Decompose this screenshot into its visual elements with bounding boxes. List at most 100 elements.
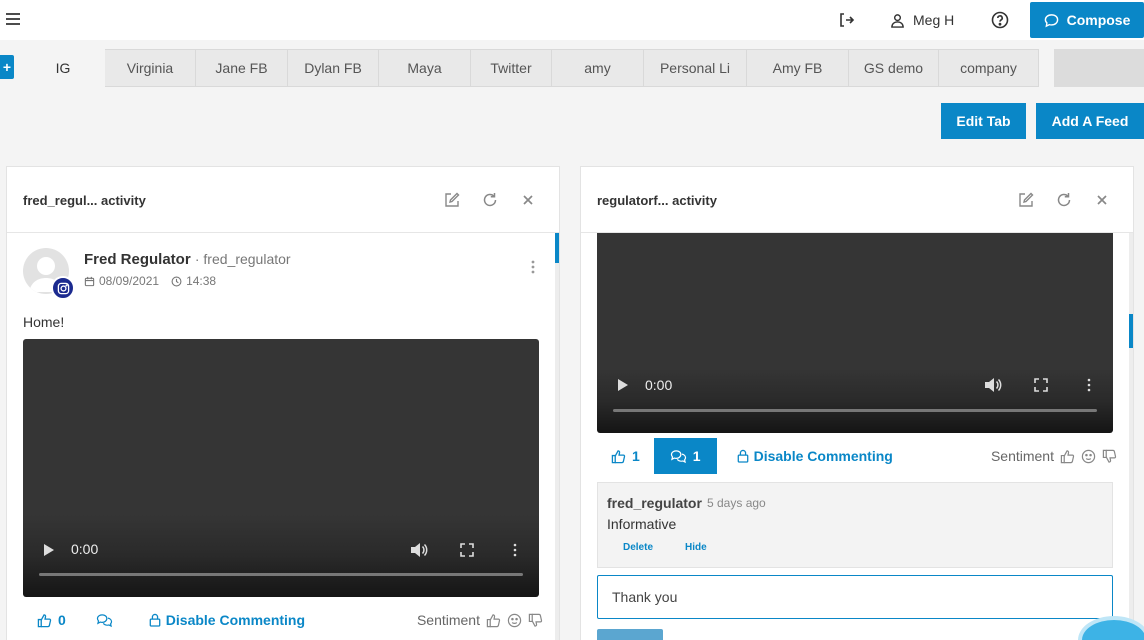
hide-comment-link[interactable]: Hide bbox=[685, 542, 707, 553]
tab-ig[interactable]: IG bbox=[22, 49, 105, 87]
close-icon[interactable] bbox=[519, 191, 537, 209]
video-player[interactable]: 0:00 bbox=[23, 339, 539, 597]
tab-amy-fb[interactable]: Amy FB bbox=[747, 49, 849, 87]
delete-comment-link[interactable]: Delete bbox=[623, 542, 653, 553]
comment-text: Informative bbox=[607, 516, 677, 532]
scrollbar[interactable] bbox=[1129, 233, 1133, 640]
video-player[interactable]: 0:00 bbox=[597, 233, 1113, 433]
edit-icon[interactable] bbox=[443, 191, 461, 209]
disable-commenting-button[interactable]: Disable Commenting bbox=[149, 612, 305, 628]
feed-panel-left: fred_regul... activity Fred Regulator · … bbox=[6, 166, 560, 640]
refresh-icon[interactable] bbox=[1055, 191, 1073, 209]
author-handle: · fred_regulator bbox=[194, 251, 291, 267]
reply-input[interactable] bbox=[597, 575, 1113, 619]
volume-icon[interactable] bbox=[410, 542, 428, 558]
calendar-icon bbox=[84, 276, 95, 287]
neutral-face-icon[interactable] bbox=[1081, 449, 1096, 464]
video-more-icon[interactable] bbox=[1086, 378, 1092, 392]
refresh-icon[interactable] bbox=[481, 191, 499, 209]
post-author: Fred Regulator · fred_regulator bbox=[84, 251, 291, 268]
tab-bar: + IG Virginia Jane FB Dylan FB Maya Twit… bbox=[0, 49, 1144, 87]
help-icon[interactable] bbox=[991, 11, 1009, 29]
play-icon[interactable] bbox=[617, 378, 629, 392]
tab-personal-li[interactable]: Personal Li bbox=[644, 49, 747, 87]
tab-bar-filler bbox=[1054, 49, 1144, 87]
tab-amy[interactable]: amy bbox=[552, 49, 644, 87]
thumbs-down-icon[interactable] bbox=[528, 613, 543, 628]
comment-time: 5 days ago bbox=[707, 496, 766, 510]
like-count: 1 bbox=[632, 448, 640, 464]
post-time: 14:38 bbox=[186, 274, 217, 288]
comment-item: fred_regulator 5 days ago Informative De… bbox=[597, 482, 1113, 568]
reply-submit-button[interactable] bbox=[597, 629, 663, 640]
comments-count: 1 bbox=[692, 448, 701, 464]
clock-icon bbox=[171, 276, 182, 287]
sentiment-label: Sentiment bbox=[990, 448, 1054, 464]
sentiment-group: Sentiment bbox=[417, 612, 543, 628]
tab-maya[interactable]: Maya bbox=[379, 49, 471, 87]
play-icon[interactable] bbox=[43, 543, 55, 557]
fullscreen-icon[interactable] bbox=[460, 543, 474, 557]
comments-icon bbox=[670, 449, 687, 464]
scrollbar[interactable] bbox=[555, 233, 559, 640]
video-time: 0:00 bbox=[71, 541, 99, 557]
comments-icon bbox=[96, 613, 113, 628]
disable-commenting-label: Disable Commenting bbox=[165, 612, 306, 628]
tab-jane-fb[interactable]: Jane FB bbox=[196, 49, 288, 87]
scrollbar-thumb[interactable] bbox=[555, 233, 559, 263]
fullscreen-icon[interactable] bbox=[1034, 378, 1048, 392]
panel-header-actions bbox=[443, 191, 537, 209]
thumbs-down-icon[interactable] bbox=[1102, 449, 1117, 464]
chat-icon bbox=[1044, 13, 1059, 28]
top-bar: Meg H Compose bbox=[0, 0, 1144, 40]
lock-icon bbox=[149, 613, 161, 627]
like-button[interactable]: 0 bbox=[23, 602, 80, 638]
disable-commenting-button[interactable]: Disable Commenting bbox=[737, 448, 893, 464]
video-progress-bar[interactable] bbox=[39, 573, 523, 576]
thumbs-up-icon bbox=[611, 449, 626, 464]
add-feed-button[interactable]: Add A Feed bbox=[1036, 103, 1144, 139]
instagram-icon bbox=[51, 276, 75, 300]
tab-list: IG Virginia Jane FB Dylan FB Maya Twitte… bbox=[22, 49, 1039, 87]
tab-twitter[interactable]: Twitter bbox=[471, 49, 552, 87]
author-name: Fred Regulator bbox=[84, 251, 191, 268]
tab-virginia[interactable]: Virginia bbox=[105, 49, 196, 87]
close-icon[interactable] bbox=[1093, 191, 1111, 209]
sentiment-label: Sentiment bbox=[416, 612, 480, 628]
video-more-icon[interactable] bbox=[512, 543, 518, 557]
tab-company[interactable]: company bbox=[939, 49, 1039, 87]
compose-label: Compose bbox=[1066, 12, 1131, 28]
comments-button[interactable]: 1 bbox=[653, 438, 717, 474]
logout-icon[interactable] bbox=[837, 11, 855, 29]
scrollbar-thumb[interactable] bbox=[1129, 314, 1133, 348]
feed-panel-right: 0:00 regulatorf... activity 1 1 Disable … bbox=[580, 166, 1134, 640]
user-menu[interactable]: Meg H bbox=[890, 9, 954, 31]
compose-button[interactable]: Compose bbox=[1030, 2, 1144, 38]
like-count: 0 bbox=[58, 612, 66, 628]
edit-icon[interactable] bbox=[1017, 191, 1035, 209]
sentiment-group: Sentiment bbox=[991, 448, 1117, 464]
lock-icon bbox=[737, 449, 749, 463]
volume-icon[interactable] bbox=[984, 377, 1002, 393]
video-time: 0:00 bbox=[645, 377, 673, 393]
video-progress-bar[interactable] bbox=[613, 409, 1097, 412]
disable-commenting-label: Disable Commenting bbox=[753, 448, 893, 464]
post-actions: 0 Disable Commenting Sentiment bbox=[23, 602, 543, 638]
more-vertical-icon[interactable] bbox=[529, 259, 537, 275]
tab-dylan-fb[interactable]: Dylan FB bbox=[288, 49, 379, 87]
post-text: Home! bbox=[23, 314, 65, 330]
panel-title: regulatorf... activity bbox=[597, 193, 717, 208]
neutral-face-icon[interactable] bbox=[507, 613, 522, 628]
thumbs-up-icon[interactable] bbox=[486, 613, 501, 628]
edit-tab-button[interactable]: Edit Tab bbox=[941, 103, 1026, 139]
panel-header-actions bbox=[1017, 191, 1111, 209]
tab-gs-demo[interactable]: GS demo bbox=[849, 49, 939, 87]
panel-header: fred_regul... activity bbox=[7, 167, 559, 233]
comments-button[interactable] bbox=[80, 602, 129, 638]
thumbs-up-icon[interactable] bbox=[1060, 449, 1075, 464]
like-button[interactable]: 1 bbox=[597, 438, 654, 474]
hamburger-menu-icon[interactable] bbox=[4, 10, 22, 28]
comment-author: fred_regulator bbox=[607, 495, 702, 511]
user-name: Meg H bbox=[913, 12, 955, 28]
add-tab-button[interactable]: + bbox=[0, 55, 14, 79]
